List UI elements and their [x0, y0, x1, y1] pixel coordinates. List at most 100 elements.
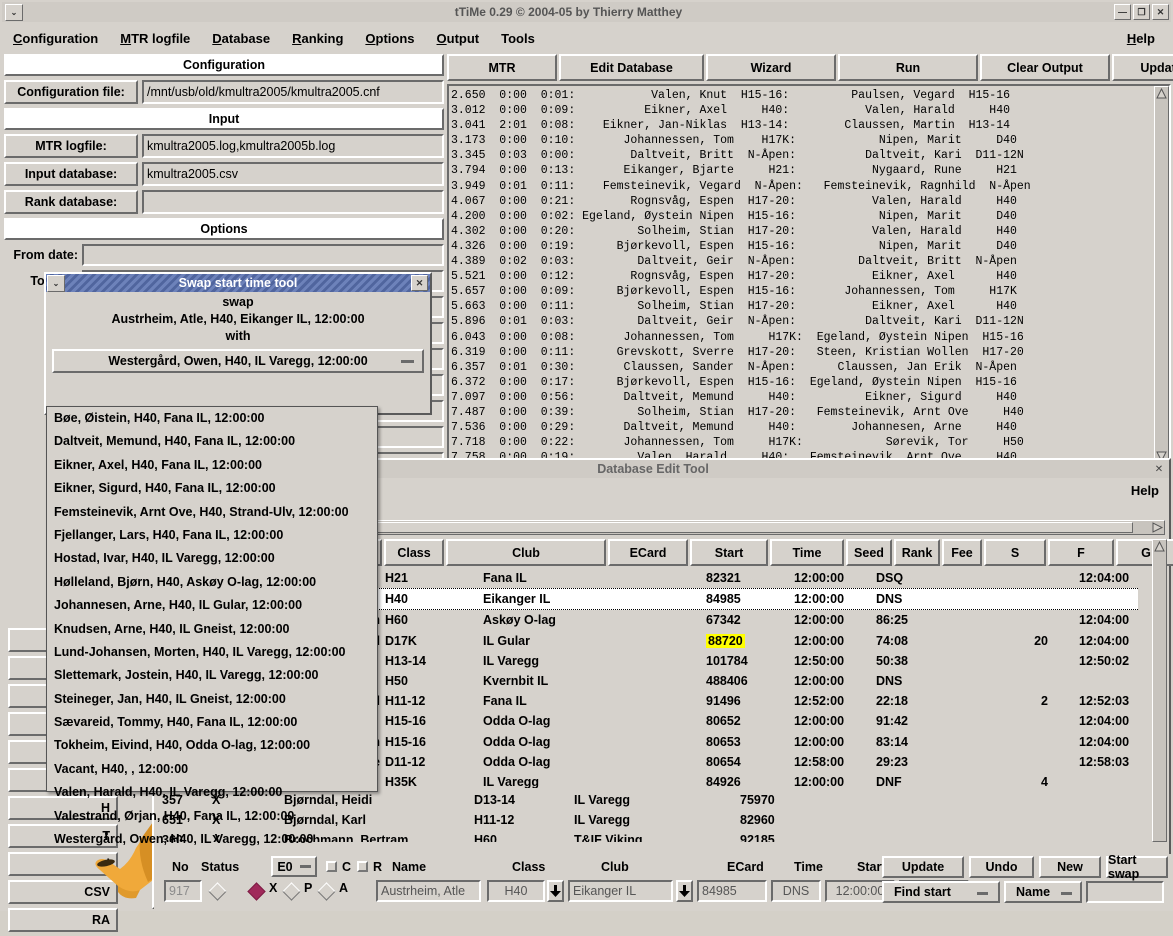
db-cell: 488406	[706, 671, 786, 691]
mtr-tab-mtr[interactable]: MTR	[447, 54, 557, 81]
db-column-header-rank[interactable]: Rank	[894, 539, 940, 566]
swap-dropdown-item-8[interactable]: Johannesen, Arne, H40, IL Gular, 12:00:0…	[47, 594, 377, 617]
swap-dropdown-item-15[interactable]: Vacant, H40, , 12:00:00	[47, 758, 377, 781]
checkbox-r[interactable]	[357, 861, 368, 872]
db-cell: DSQ	[876, 568, 946, 588]
chevron-down-icon	[300, 865, 311, 868]
db-cell: 12:04:00	[1079, 568, 1138, 588]
search-input[interactable]	[1086, 881, 1164, 903]
database-help-link[interactable]: Help	[1131, 483, 1159, 498]
swap-dialog-close-icon[interactable]: ✕	[411, 275, 428, 291]
mtr-tab-run[interactable]: Run	[838, 54, 978, 81]
undo-button[interactable]: Undo	[969, 856, 1034, 878]
from-date-input[interactable]	[82, 244, 444, 266]
db-column-header-fee[interactable]: Fee	[942, 539, 982, 566]
scroll-up-icon[interactable]	[1156, 88, 1167, 99]
radio-blank[interactable]	[208, 882, 226, 900]
rank-database-input[interactable]	[142, 190, 444, 214]
checkbox-c[interactable]	[326, 861, 337, 872]
db-cell-class: H60	[474, 830, 554, 842]
db-cell: 12:04:00	[1079, 631, 1138, 651]
e0-label: E0	[277, 860, 292, 874]
time-input[interactable]: DNS	[771, 880, 821, 902]
db-column-header-ecard[interactable]: ECard	[608, 539, 688, 566]
ecard-input[interactable]: 84985	[697, 880, 767, 902]
swap-dropdown-item-12[interactable]: Steineger, Jan, H40, IL Gneist, 12:00:00	[47, 688, 377, 711]
db-cell-club: IL Varegg	[574, 810, 734, 830]
swap-dropdown-item-9[interactable]: Knudsen, Arne, H40, IL Gneist, 12:00:00	[47, 618, 377, 641]
scroll-right-icon[interactable]	[1152, 522, 1163, 536]
menu-mtr-logfile[interactable]: MTR logfile	[109, 31, 201, 46]
mtr-tab-edit-database[interactable]: Edit Database	[559, 54, 704, 81]
menu-options[interactable]: Options	[354, 31, 425, 46]
db-cell: 12:00:00	[794, 610, 868, 630]
swap-dropdown-item-17[interactable]: Valestrand, Ørjan, H40, Fana IL, 12:00:0…	[47, 805, 377, 828]
menu-configuration[interactable]: CConfigurationonfiguration	[2, 31, 109, 46]
configuration-file-label: Configuration file:	[4, 80, 138, 104]
menu-output[interactable]: Output	[426, 31, 491, 46]
swap-dropdown-item-14[interactable]: Tokheim, Eivind, H40, Odda O-lag, 12:00:…	[47, 734, 377, 757]
club-dropdown-icon[interactable]	[676, 880, 693, 902]
db-column-header-s[interactable]: S	[984, 539, 1046, 566]
db-cell: 12:04:00	[1079, 732, 1138, 752]
menu-ranking[interactable]: Ranking	[281, 31, 354, 46]
input-database-input[interactable]: kmultra2005.csv	[142, 162, 444, 186]
radio-x[interactable]	[247, 882, 265, 900]
radio-p[interactable]	[282, 882, 300, 900]
database-edit-tool-close-icon[interactable]: ✕	[1152, 462, 1166, 476]
sort-by-option-menu[interactable]: Name	[1004, 881, 1082, 903]
new-button[interactable]: New	[1039, 856, 1101, 878]
start-swap-button[interactable]: Start swap	[1106, 856, 1168, 878]
swap-dialog-menu-icon[interactable]: ⌄	[47, 275, 65, 292]
minimize-icon[interactable]: —	[1114, 4, 1131, 20]
swap-dropdown-item-11[interactable]: Slettemark, Jostein, H40, IL Varegg, 12:…	[47, 664, 377, 687]
club-input[interactable]: Eikanger IL	[568, 880, 673, 902]
menu-database[interactable]: Database	[201, 31, 281, 46]
database-vertical-scrollbar[interactable]	[1152, 539, 1167, 842]
swap-dropdown-item-7[interactable]: Hølleland, Bjørn, H40, Askøy O-lag, 12:0…	[47, 571, 377, 594]
maximize-icon[interactable]: ❐	[1133, 4, 1150, 20]
no-input[interactable]: 917	[164, 880, 202, 902]
swap-dropdown-item-1[interactable]: Daltveit, Memund, H40, Fana IL, 12:00:00	[47, 430, 377, 453]
close-icon[interactable]: ✕	[1152, 4, 1169, 20]
scroll-up-icon[interactable]	[1154, 541, 1165, 552]
name-input[interactable]: Austrheim, Atle	[376, 880, 481, 902]
menu-tools[interactable]: Tools	[490, 31, 546, 46]
menu-help[interactable]: Help	[1116, 31, 1171, 46]
mtr-logfile-input[interactable]: kmultra2005.log,kmultra2005b.log	[142, 134, 444, 158]
swap-dropdown-item-0[interactable]: Bøe, Øistein, H40, Fana IL, 12:00:00	[47, 407, 377, 430]
update-button[interactable]: Update	[882, 856, 964, 878]
swap-dropdown-item-10[interactable]: Lund-Johansen, Morten, H40, IL Varegg, 1…	[47, 641, 377, 664]
mtr-tab-clear-output[interactable]: Clear Output	[980, 54, 1110, 81]
db-column-header-time[interactable]: Time	[770, 539, 844, 566]
db-cell: H15-16	[385, 711, 475, 731]
swap-dropdown-item-18[interactable]: Westergård, Owen, H40, IL Varegg, 12:00:…	[47, 828, 377, 851]
configuration-file-input[interactable]: /mnt/usb/old/kmultra2005/kmultra2005.cnf	[142, 80, 444, 104]
class-input[interactable]: H40	[487, 880, 545, 902]
db-column-header-f[interactable]: F	[1048, 539, 1114, 566]
swap-dropdown-item-3[interactable]: Eikner, Sigurd, H40, Fana IL, 12:00:00	[47, 477, 377, 500]
window-menu-icon[interactable]: ⌄	[5, 4, 23, 21]
swap-target-dropdown-list[interactable]: Bøe, Øistein, H40, Fana IL, 12:00:00Dalt…	[46, 406, 378, 792]
mtr-tab-wizard[interactable]: Wizard	[706, 54, 836, 81]
db-column-header-seed[interactable]: Seed	[846, 539, 892, 566]
class-dropdown-icon[interactable]	[547, 880, 564, 902]
swap-dropdown-item-13[interactable]: Sævareid, Tommy, H40, Fana IL, 12:00:00	[47, 711, 377, 734]
db-column-header-club[interactable]: Club	[446, 539, 606, 566]
swap-target-option-menu[interactable]: Westergård, Owen, H40, IL Varegg, 12:00:…	[52, 349, 424, 373]
find-start-option-menu[interactable]: Find start	[882, 881, 1000, 903]
db-cell: Kvernbit IL	[483, 671, 683, 691]
db-column-header-start[interactable]: Start	[690, 539, 768, 566]
swap-dropdown-item-5[interactable]: Fjellanger, Lars, H40, Fana IL, 12:00:00	[47, 524, 377, 547]
swap-dropdown-item-6[interactable]: Hostad, Ivar, H40, IL Varegg, 12:00:00	[47, 547, 377, 570]
swap-dropdown-item-4[interactable]: Femsteinevik, Arnt Ove, H40, Strand-Ulv,…	[47, 501, 377, 524]
e0-option-menu[interactable]: E0	[271, 856, 317, 877]
mtr-vertical-scrollbar[interactable]	[1154, 86, 1169, 462]
config-side-button-10[interactable]: RA	[8, 908, 118, 932]
swap-dropdown-item-16[interactable]: Valen, Harald, H40, IL Varegg, 12:00:00	[47, 781, 377, 804]
db-cell: 74:08	[876, 631, 946, 651]
radio-a[interactable]	[317, 882, 335, 900]
mtr-tab-update-ttime[interactable]: Update tTiMe	[1112, 54, 1173, 81]
db-column-header-class[interactable]: Class	[384, 539, 444, 566]
swap-dropdown-item-2[interactable]: Eikner, Axel, H40, Fana IL, 12:00:00	[47, 454, 377, 477]
